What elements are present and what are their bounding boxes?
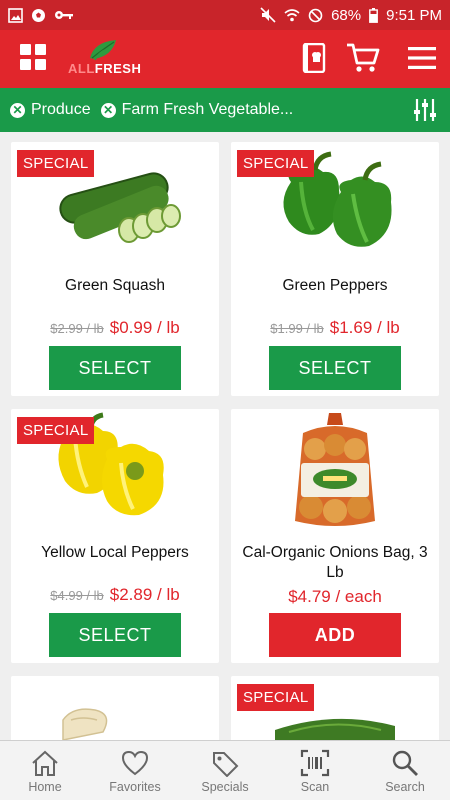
product-grid: SPECIAL Green Squash $2.99 / lb $0.99 / l…: [0, 132, 450, 740]
product-card-green-peppers[interactable]: SPECIAL Green Peppers $1.99 / lb $1.69 / …: [231, 142, 439, 396]
product-name: Cal-Organic Onions Bag, 3 Lb: [242, 544, 428, 581]
tag-icon: [213, 752, 239, 777]
filter-options-button[interactable]: [412, 97, 438, 123]
grid-icon: [20, 44, 31, 55]
logo-prefix: ALL: [68, 61, 95, 76]
original-price: $2.99 / lb: [50, 321, 104, 336]
grid-cell: [35, 44, 46, 55]
sale-price: $2.89 / lb: [109, 585, 180, 604]
do-not-disturb-icon: [308, 8, 323, 22]
remove-filter-icon[interactable]: ✕: [10, 102, 25, 118]
grid-cell: [35, 59, 46, 70]
nav-favorites[interactable]: Favorites: [90, 741, 180, 800]
remove-filter-icon[interactable]: ✕: [100, 102, 116, 118]
sale-price: $1.69 / lb: [329, 318, 400, 337]
app-header: ALLFRESH: [0, 30, 450, 88]
original-price: $1.99 / lb: [270, 321, 324, 336]
unit-price: $4.79 / each: [288, 587, 382, 606]
product-price: $1.99 / lb $1.69 / lb: [231, 318, 439, 338]
product-card-onions[interactable]: Cal-Organic Onions Bag, 3 Lb $4.79 / eac…: [231, 409, 439, 663]
recipe-book-icon: [302, 43, 326, 73]
nav-label: Favorites: [109, 780, 161, 794]
nav-label: Home: [28, 780, 62, 794]
battery-icon: [369, 7, 379, 23]
soccer-ball-icon: [32, 8, 45, 22]
heart-icon: [121, 750, 149, 776]
mute-icon: [260, 7, 276, 23]
filter-chip-label: Produce: [31, 101, 91, 118]
product-card-yellow-peppers[interactable]: SPECIAL Yellow Local Peppers $4.99 / lb $…: [11, 409, 219, 663]
nav-home[interactable]: Home: [0, 741, 90, 800]
nav-specials[interactable]: Specials: [180, 741, 270, 800]
wifi-icon: [284, 9, 300, 22]
product-card-partial-left[interactable]: [11, 676, 219, 740]
product-card-green-squash[interactable]: SPECIAL Green Squash $2.99 / lb $0.99 / l…: [11, 142, 219, 396]
product-name: Green Squash: [65, 277, 165, 294]
product-price: $4.79 / each: [231, 587, 439, 607]
nav-search[interactable]: Search: [360, 741, 450, 800]
grid-cell: [20, 59, 31, 70]
app-logo[interactable]: ALLFRESH: [68, 38, 141, 78]
filter-chip-vegetables[interactable]: ✕ Farm Fresh Vegetable...: [100, 101, 294, 119]
select-button[interactable]: SELECT: [269, 346, 401, 390]
onions-bag-image: [295, 413, 375, 526]
home-icon: [32, 750, 58, 776]
special-badge: SPECIAL: [17, 417, 95, 444]
sliders-icon: [414, 99, 436, 121]
product-price: $2.99 / lb $0.99 / lb: [11, 318, 219, 338]
battery-percent: 68%: [331, 6, 362, 24]
nav-label: Search: [385, 780, 425, 794]
bottom-nav: Home Favorites Specials Scan Search: [0, 740, 450, 800]
product-name: Yellow Local Peppers: [41, 544, 189, 561]
product-card-partial-right[interactable]: SPECIAL: [231, 676, 439, 740]
cart-button[interactable]: [345, 40, 381, 76]
nav-label: Specials: [201, 780, 249, 794]
status-bar: 68% 9:51 PM: [0, 0, 450, 30]
product-price: $4.99 / lb $2.89 / lb: [11, 585, 219, 605]
nav-label: Scan: [300, 780, 330, 794]
add-to-cart-button[interactable]: ADD: [269, 613, 401, 657]
special-badge: SPECIAL: [237, 150, 315, 177]
logo-wordmark: ALLFRESH: [68, 61, 141, 76]
search-icon: [392, 750, 418, 776]
key-icon: [55, 11, 73, 19]
select-button[interactable]: SELECT: [49, 346, 181, 390]
filter-chip-produce[interactable]: ✕ Produce: [10, 101, 91, 119]
special-badge: SPECIAL: [237, 684, 315, 711]
categories-grid-button[interactable]: [20, 44, 48, 72]
filter-chip-label: Farm Fresh Vegetable...: [121, 101, 294, 118]
recipes-button[interactable]: [296, 40, 332, 76]
barcode-icon: [300, 749, 330, 777]
parsnip-image: [62, 708, 108, 740]
select-button[interactable]: SELECT: [49, 613, 181, 657]
clock: 9:51 PM: [386, 6, 442, 24]
logo-word: FRESH: [94, 61, 142, 76]
cart-icon: [347, 43, 380, 72]
product-name: Green Peppers: [282, 277, 388, 294]
nav-scan[interactable]: Scan: [270, 741, 360, 800]
menu-button[interactable]: [404, 40, 440, 76]
gallery-icon: [8, 7, 23, 23]
special-badge: SPECIAL: [17, 150, 95, 177]
filter-bar: ✕ Produce ✕ Farm Fresh Vegetable...: [0, 88, 450, 132]
hamburger-icon: [408, 47, 436, 69]
original-price: $4.99 / lb: [50, 588, 104, 603]
sale-price: $0.99 / lb: [109, 318, 180, 337]
